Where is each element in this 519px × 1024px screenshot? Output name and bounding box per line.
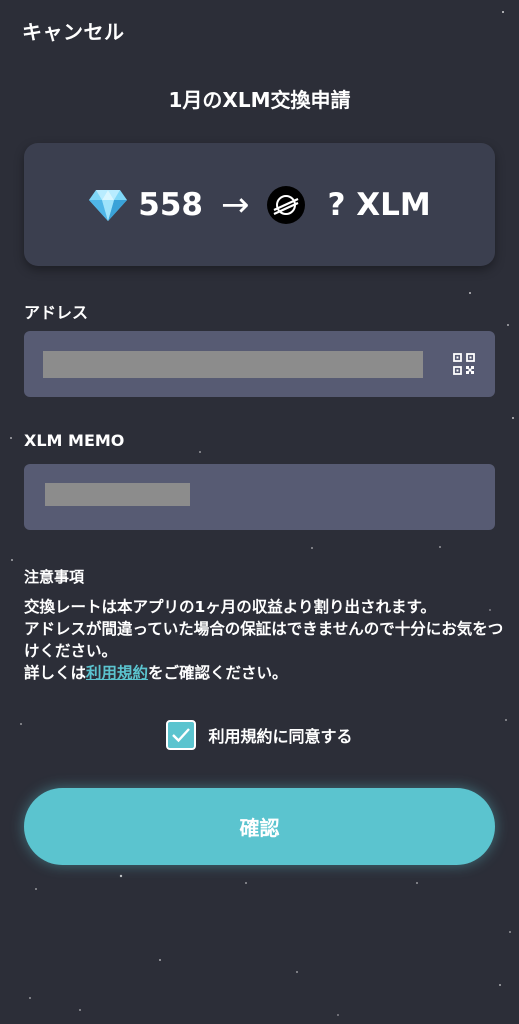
gem-amount: 558	[138, 186, 203, 223]
diamond-icon	[89, 189, 128, 221]
exchange-summary-card: 558 → ? XLM	[24, 143, 495, 266]
address-label: アドレス	[24, 303, 89, 322]
exchange-row: 558 → ? XLM	[88, 185, 431, 225]
agree-checkbox[interactable]	[166, 720, 197, 750]
redacted-memo	[45, 483, 190, 506]
notes-prefix: 詳しくは	[24, 664, 87, 682]
notes-line: 詳しくは利用規約をご確認ください。	[24, 662, 504, 684]
cancel-button[interactable]: キャンセル	[22, 16, 125, 45]
notes-line: 交換レートは本アプリの1ヶ月の収益より割り出されます。	[24, 598, 436, 616]
stellar-logo-icon	[267, 185, 306, 224]
qr-code-icon[interactable]	[453, 353, 475, 375]
agree-label[interactable]: 利用規約に同意する	[208, 723, 352, 747]
terms-link[interactable]: 利用規約	[86, 664, 148, 682]
notes-body: 交換レートは本アプリの1ヶ月の収益より割り出されます。 アドレスが間違っていた場…	[24, 596, 504, 684]
memo-label: XLM MEMO	[24, 431, 125, 450]
page-title: 1月のXLM交換申請	[168, 88, 351, 112]
agree-row: 利用規約に同意する	[0, 720, 519, 750]
notes-suffix: をご確認ください。	[148, 664, 288, 682]
confirm-button[interactable]: 確認	[24, 788, 495, 865]
arrow-icon: →	[220, 184, 250, 225]
notes-title: 注意事項	[24, 568, 85, 586]
redacted-address	[43, 351, 423, 378]
checkmark-icon	[172, 728, 191, 743]
memo-input[interactable]	[24, 464, 495, 530]
notes-line: アドレスが間違っていた場合の保証はできませんので十分にお気をつけください。	[24, 620, 504, 660]
xlm-amount: ? XLM	[327, 186, 431, 223]
address-input[interactable]	[24, 331, 495, 397]
